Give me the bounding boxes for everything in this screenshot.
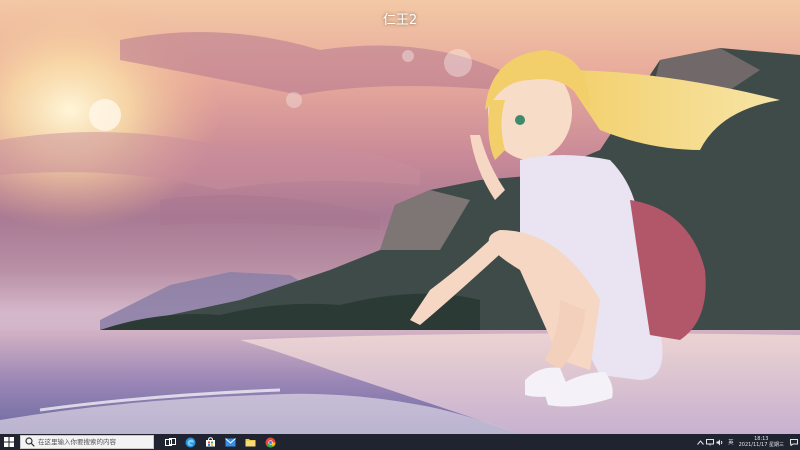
edge-button[interactable] [180, 434, 200, 450]
wallpaper-illustration [0, 0, 800, 434]
chevron-up-icon [696, 439, 704, 445]
windows-logo-icon [4, 437, 14, 447]
mail-button[interactable] [220, 434, 240, 450]
volume-button[interactable] [715, 434, 725, 450]
network-icon [706, 438, 715, 445]
search-icon [25, 437, 35, 447]
network-button[interactable] [705, 434, 715, 450]
taskbar: 英 18:13 2021/11/17 星期三 [0, 434, 800, 450]
search-box[interactable] [20, 435, 154, 449]
file-explorer-icon [245, 438, 255, 446]
action-center-button[interactable] [788, 434, 800, 450]
task-view-icon [164, 437, 176, 446]
start-button[interactable] [0, 434, 18, 450]
input-method-indicator[interactable]: 英 [728, 438, 734, 446]
file-explorer-button[interactable] [240, 434, 260, 450]
edge-icon [185, 437, 195, 447]
task-view-button[interactable] [160, 434, 180, 450]
store-button[interactable] [200, 434, 220, 450]
system-tray: 英 18:13 2021/11/17 星期三 [695, 434, 800, 450]
chrome-icon [265, 437, 275, 447]
store-icon [205, 437, 215, 447]
clock-date: 2021/11/17 星期三 [738, 442, 784, 448]
notification-icon [790, 438, 798, 446]
window-title: 仁王2 [382, 13, 418, 28]
clock[interactable]: 18:13 2021/11/17 星期三 [739, 436, 784, 448]
chrome-button[interactable] [260, 434, 280, 450]
mail-icon [224, 437, 236, 446]
desktop-wallpaper [0, 0, 800, 434]
show-hidden-icons-button[interactable] [695, 434, 705, 450]
speaker-icon [716, 439, 723, 445]
search-input[interactable] [38, 438, 148, 446]
